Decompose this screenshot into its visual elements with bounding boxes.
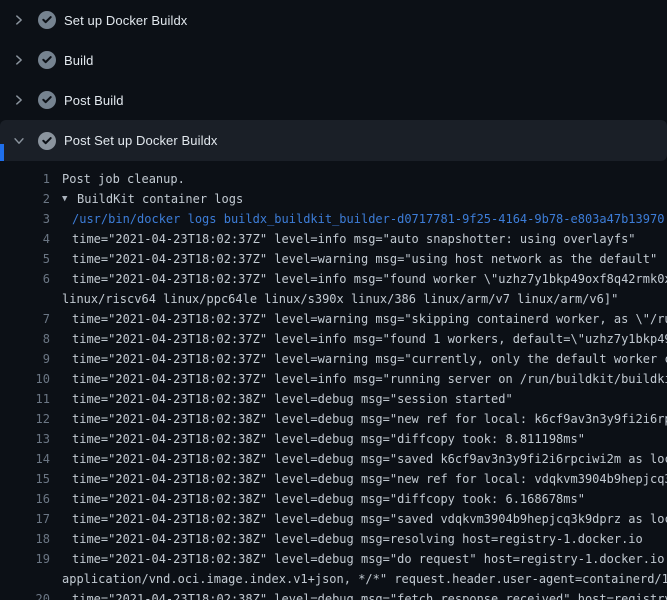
line-number[interactable]: 17 (0, 509, 50, 529)
log-text: time="2021-04-23T18:02:37Z" level=warnin… (72, 309, 667, 329)
line-number[interactable] (0, 289, 50, 309)
log-line: 20 ▼ time="2021-04-23T18:02:38Z" level=d… (0, 589, 667, 600)
log-text: time="2021-04-23T18:02:38Z" level=debug … (72, 409, 667, 429)
log-line: 16 ▼ time="2021-04-23T18:02:38Z" level=d… (0, 489, 667, 509)
line-number[interactable]: 18 (0, 529, 50, 549)
line-number[interactable]: 4 (0, 229, 50, 249)
chevron-right-icon (12, 13, 26, 27)
log-line: 1 ▼ Post job cleanup. (0, 169, 667, 189)
log-line: 5 ▼ time="2021-04-23T18:02:37Z" level=wa… (0, 249, 667, 269)
log-text: /usr/bin/docker logs buildx_buildkit_bui… (72, 209, 664, 229)
actions-log-viewer: Set up Docker Buildx Build Post Build (0, 0, 667, 600)
log-line: 2 ▼ BuildKit container logs (0, 189, 667, 209)
line-number[interactable] (0, 569, 50, 589)
log-line: 7 ▼ time="2021-04-23T18:02:37Z" level=wa… (0, 309, 667, 329)
line-number[interactable]: 14 (0, 449, 50, 469)
line-number[interactable]: 8 (0, 329, 50, 349)
step-list: Set up Docker Buildx Build Post Build (0, 0, 667, 161)
log-text: time="2021-04-23T18:02:38Z" level=debug … (72, 549, 667, 569)
group-triangle-icon[interactable]: ▼ (62, 189, 77, 209)
log-text: time="2021-04-23T18:02:37Z" level=warnin… (72, 349, 667, 369)
log-line: 15 ▼ time="2021-04-23T18:02:38Z" level=d… (0, 469, 667, 489)
log-text: time="2021-04-23T18:02:37Z" level=warnin… (72, 249, 657, 269)
line-number[interactable]: 19 (0, 549, 50, 569)
log-text: time="2021-04-23T18:02:38Z" level=debug … (72, 449, 667, 469)
step-header-set-up-docker-buildx[interactable]: Set up Docker Buildx (0, 0, 667, 40)
log-line: ▼ application/vnd.oci.image.index.v1+jso… (0, 569, 667, 589)
step-header-build[interactable]: Build (0, 40, 667, 80)
check-circle-icon (38, 91, 56, 109)
chevron-right-icon (12, 93, 26, 107)
check-circle-icon (38, 51, 56, 69)
log-text: time="2021-04-23T18:02:38Z" level=debug … (72, 389, 513, 409)
line-number[interactable]: 7 (0, 309, 50, 329)
log-line: ▼ linux/riscv64 linux/ppc64le linux/s390… (0, 289, 667, 309)
step-label: Post Set up Docker Buildx (64, 133, 218, 148)
chevron-right-icon (12, 53, 26, 67)
line-number[interactable]: 13 (0, 429, 50, 449)
log-line: 8 ▼ time="2021-04-23T18:02:37Z" level=in… (0, 329, 667, 349)
step-label: Set up Docker Buildx (64, 13, 187, 28)
check-circle-icon (38, 132, 56, 150)
step-header-post-build[interactable]: Post Build (0, 80, 667, 120)
active-step-accent-bar (0, 144, 4, 161)
log-text: time="2021-04-23T18:02:37Z" level=info m… (72, 269, 667, 289)
step-label: Post Build (64, 93, 124, 108)
log-text: application/vnd.oci.image.index.v1+json,… (62, 569, 667, 589)
log-line: 11 ▼ time="2021-04-23T18:02:38Z" level=d… (0, 389, 667, 409)
log-text: time="2021-04-23T18:02:37Z" level=info m… (72, 329, 667, 349)
log-text: Post job cleanup. (62, 169, 185, 189)
line-number[interactable]: 1 (0, 169, 50, 189)
log-line: 6 ▼ time="2021-04-23T18:02:37Z" level=in… (0, 269, 667, 289)
log-text: time="2021-04-23T18:02:38Z" level=debug … (72, 589, 667, 600)
line-number[interactable]: 10 (0, 369, 50, 389)
log-text: BuildKit container logs (77, 189, 243, 209)
line-number[interactable]: 15 (0, 469, 50, 489)
log-line: 10 ▼ time="2021-04-23T18:02:37Z" level=i… (0, 369, 667, 389)
log-line: 13 ▼ time="2021-04-23T18:02:38Z" level=d… (0, 429, 667, 449)
line-number[interactable]: 20 (0, 589, 50, 600)
check-circle-icon (38, 11, 56, 29)
line-number[interactable]: 5 (0, 249, 50, 269)
log-text: time="2021-04-23T18:02:37Z" level=info m… (72, 229, 636, 249)
line-number[interactable]: 3 (0, 209, 50, 229)
log-line: 17 ▼ time="2021-04-23T18:02:38Z" level=d… (0, 509, 667, 529)
log-line: 19 ▼ time="2021-04-23T18:02:38Z" level=d… (0, 549, 667, 569)
log-line: 4 ▼ time="2021-04-23T18:02:37Z" level=in… (0, 229, 667, 249)
line-number[interactable]: 11 (0, 389, 50, 409)
log-line: 3 ▼ /usr/bin/docker logs buildx_buildkit… (0, 209, 667, 229)
log-output: 1 ▼ Post job cleanup. 2 ▼ BuildKit conta… (0, 161, 667, 600)
step-header-post-set-up-docker-buildx[interactable]: Post Set up Docker Buildx (0, 120, 667, 161)
line-number[interactable]: 2 (0, 189, 50, 209)
log-text: time="2021-04-23T18:02:38Z" level=debug … (72, 489, 585, 509)
log-text: linux/riscv64 linux/ppc64le linux/s390x … (62, 289, 618, 309)
line-number[interactable]: 16 (0, 489, 50, 509)
log-text: time="2021-04-23T18:02:38Z" level=debug … (72, 469, 667, 489)
log-text: time="2021-04-23T18:02:38Z" level=debug … (72, 529, 643, 549)
log-line: 9 ▼ time="2021-04-23T18:02:37Z" level=wa… (0, 349, 667, 369)
log-line: 18 ▼ time="2021-04-23T18:02:38Z" level=d… (0, 529, 667, 549)
chevron-down-icon (12, 134, 26, 148)
log-text: time="2021-04-23T18:02:37Z" level=info m… (72, 369, 667, 389)
log-text: time="2021-04-23T18:02:38Z" level=debug … (72, 429, 585, 449)
step-label: Build (64, 53, 93, 68)
log-line: 14 ▼ time="2021-04-23T18:02:38Z" level=d… (0, 449, 667, 469)
line-number[interactable]: 6 (0, 269, 50, 289)
line-number[interactable]: 12 (0, 409, 50, 429)
line-number[interactable]: 9 (0, 349, 50, 369)
log-line: 12 ▼ time="2021-04-23T18:02:38Z" level=d… (0, 409, 667, 429)
log-text: time="2021-04-23T18:02:38Z" level=debug … (72, 509, 667, 529)
